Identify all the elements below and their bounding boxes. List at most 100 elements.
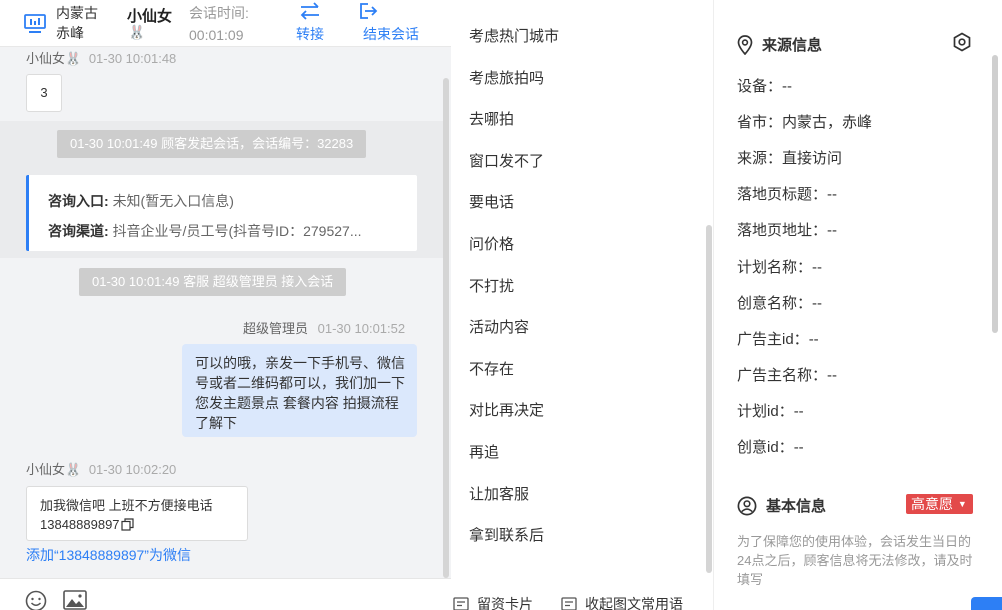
consult-channel-value: 抖音企业号/员工号(抖音号ID：279527... (112, 223, 362, 239)
lead-card-button[interactable]: 留资卡片 (453, 594, 533, 610)
source-field-row: 广告主名称：-- (737, 364, 837, 385)
info-scrollbar[interactable] (992, 55, 998, 333)
message-bubble: 加我微信吧 上班不方便接电话 13848889897 (26, 486, 248, 541)
message-meta: 小仙女🐰 01-30 10:02:20 (26, 459, 176, 478)
collapse-phrases-label: 收起图文常用语 (585, 596, 683, 610)
phrase-item[interactable]: 再追 (469, 441, 499, 462)
field-value: -- (793, 439, 804, 456)
field-label: 落地页标题： (737, 186, 828, 204)
source-info-label: 来源信息 (762, 37, 823, 54)
copy-icon[interactable] (120, 518, 134, 531)
add-wechat-link[interactable]: 添加“13848889897”为微信 (26, 545, 191, 565)
end-session-label: 结束会话 (363, 26, 419, 42)
monitor-icon (24, 14, 46, 33)
consult-entry-label: 咨询入口: (48, 193, 109, 209)
phrase-item[interactable]: 去哪拍 (469, 108, 514, 129)
settings-icon[interactable] (952, 32, 972, 52)
phrase-item[interactable]: 考虑热门城市 (469, 25, 559, 46)
phrase-item[interactable]: 活动内容 (469, 316, 529, 337)
source-field-row: 来源：直接访问 (737, 147, 842, 168)
system-notice: 01-30 10:01:49 客服 超级管理员 接入会话 (79, 268, 347, 296)
source-field-row: 广告主id：-- (737, 328, 819, 349)
lead-card-label: 留资卡片 (477, 596, 533, 610)
basic-info-label: 基本信息 (766, 498, 827, 515)
phrase-item[interactable]: 不存在 (469, 358, 514, 379)
message-sender: 小仙女🐰 (26, 51, 82, 66)
source-field-row: 设备：-- (737, 75, 792, 96)
phrase-item[interactable]: 要电话 (469, 191, 514, 212)
message-bubble: 3 (26, 74, 62, 112)
transfer-label: 转接 (296, 26, 324, 42)
quick-phrases-panel: 考虑热门城市 考虑旅拍吗去哪拍窗口发不了要电话问价格不打扰活动内容不存在对比再决定… (451, 0, 714, 610)
field-label: 设备： (737, 78, 783, 95)
phrase-item[interactable]: 不打扰 (469, 275, 514, 296)
phrase-item[interactable]: 考虑旅拍吗 (469, 67, 544, 88)
field-value: -- (812, 294, 823, 312)
session-time-value: 00:01:09 (189, 27, 244, 43)
phrase-item[interactable]: 窗口发不了 (469, 150, 544, 171)
collapse-phrases-button[interactable]: 收起图文常用语 (561, 594, 683, 610)
field-label: 省市： (737, 114, 783, 132)
field-value: -- (827, 222, 838, 240)
field-value: -- (782, 78, 793, 95)
phrases-scrollbar[interactable] (706, 225, 712, 573)
transfer-button[interactable]: 转接 (292, 2, 328, 44)
intent-level-dropdown[interactable]: 高意愿 ▼ (906, 494, 973, 514)
field-label: 来源： (737, 150, 783, 168)
location-city: 赤峰 (56, 25, 84, 41)
image-icon[interactable] (63, 590, 87, 610)
field-label: 创意名称： (737, 294, 813, 312)
phrase-item[interactable]: 对比再决定 (469, 399, 544, 420)
source-field-row: 计划id：-- (737, 400, 804, 421)
source-field-row: 创意名称：-- (737, 292, 822, 313)
phrases-footer: 留资卡片 收起图文常用语 (451, 586, 714, 610)
system-notice: 01-30 10:01:49 顾客发起会话，会话编号：32283 (57, 130, 367, 158)
phrase-item[interactable]: 拿到联系后 (469, 524, 544, 545)
visitor-emoji: 🐰 (128, 24, 146, 40)
message-meta: 小仙女🐰 01-30 10:01:48 (26, 48, 176, 67)
message-time: 01-30 10:01:52 (317, 321, 406, 336)
source-field-row: 省市：内蒙古，赤峰 (737, 111, 872, 132)
field-value: -- (812, 258, 823, 276)
message-time: 01-30 10:01:48 (88, 51, 177, 66)
phrase-item[interactable]: 问价格 (469, 233, 514, 254)
message-time: 01-30 10:02:20 (88, 462, 177, 477)
source-info-title: 来源信息 (737, 34, 822, 55)
message-icon (561, 597, 577, 610)
field-value: 直接访问 (782, 150, 843, 168)
visitor-name: 小仙女 (127, 8, 173, 25)
message-sender: 小仙女🐰 (26, 462, 82, 477)
emoji-icon[interactable] (25, 590, 47, 610)
message-meta: 超级管理员 01-30 10:01:52 (243, 318, 405, 337)
edit-notice: 为了保障您的使用体验，会话发生当日的24点之后，顾客信息将无法修改，请及时填写 (737, 534, 973, 587)
consult-channel-row: 咨询渠道: 抖音企业号/员工号(抖音号ID：279527... (48, 216, 408, 246)
caret-down-icon: ▼ (957, 499, 967, 509)
intent-level-value: 高意愿 (911, 496, 953, 512)
source-field-row: 落地页标题：-- (737, 183, 837, 204)
user-circle-icon (737, 496, 757, 515)
chat-panel: 内蒙古 赤峰 小仙女 🐰 会话时间: 00:01:09 转接 结束会话 小仙女🐰… (0, 0, 451, 610)
floating-action-button[interactable] (971, 597, 1002, 610)
field-value: -- (793, 402, 804, 420)
card-icon (453, 597, 469, 610)
field-value: 内蒙古，赤峰 (782, 114, 873, 132)
location-province: 内蒙古 (56, 5, 98, 21)
message-phone: 13848889897 (40, 517, 120, 532)
field-label: 广告主id： (737, 330, 809, 348)
message-text: 加我微信吧 上班不方便接电话 (40, 498, 213, 513)
basic-info-title: 基本信息 (737, 495, 826, 516)
field-value: -- (827, 186, 838, 204)
chat-scrollbar[interactable] (443, 78, 449, 578)
field-label: 广告主名称： (737, 366, 828, 384)
source-field-row: 计划名称：-- (737, 256, 822, 277)
end-session-button[interactable]: 结束会话 (356, 2, 426, 44)
customer-info-panel: 来源信息 设备：-- 省市：内蒙古，赤峰 来源：直接访问 落地页标题：-- 落地页地址：… (715, 0, 1002, 610)
consult-entry-value: 未知(暂无入口信息) (112, 193, 234, 209)
message-sender: 超级管理员 (243, 321, 309, 336)
session-time-label: 会话时间: (189, 5, 249, 21)
source-field-row: 落地页地址：-- (737, 219, 837, 240)
exit-icon (360, 3, 378, 19)
consult-entry-row: 咨询入口: 未知(暂无入口信息) (48, 186, 408, 216)
phrase-item[interactable]: 让加客服 (469, 483, 529, 504)
transfer-icon (300, 2, 319, 20)
